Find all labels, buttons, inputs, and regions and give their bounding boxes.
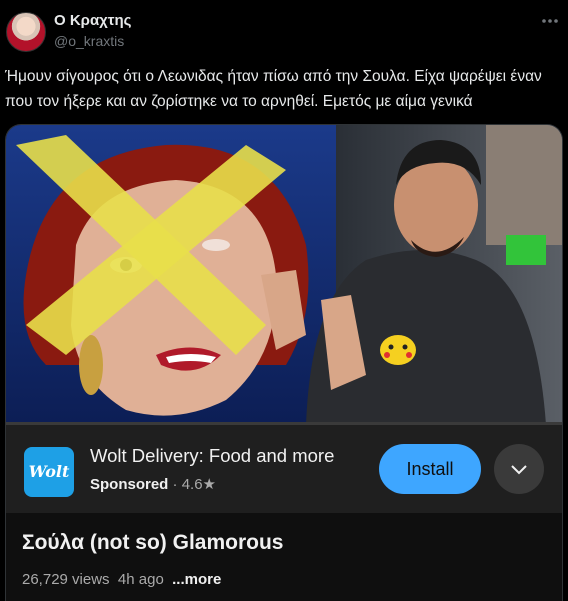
more-horizontal-icon[interactable] xyxy=(540,14,560,28)
author-avatar[interactable] xyxy=(6,12,46,52)
author-handle[interactable]: @o_kraxtis xyxy=(54,33,124,49)
ad-subtitle: Sponsored · 4.6★ xyxy=(90,475,216,493)
chevron-down-icon xyxy=(511,465,527,475)
star-icon: ★ xyxy=(202,476,216,493)
ad-title[interactable]: Wolt Delivery: Food and more xyxy=(90,445,334,467)
video-title[interactable]: Σούλα (not so) Glamorous xyxy=(22,531,284,555)
sponsored-label: Sponsored xyxy=(90,476,169,493)
ad-bar[interactable]: Wolt Wolt Delivery: Food and more Sponso… xyxy=(6,425,562,513)
tweet-header: Ο Κραχτης @o_kraxtis xyxy=(0,0,568,60)
author-name[interactable]: Ο Κραχτης xyxy=(54,12,131,29)
view-count: 26,729 views xyxy=(22,571,110,588)
more-link[interactable]: ...more xyxy=(172,571,221,588)
video-thumbnail[interactable] xyxy=(6,125,562,425)
rating-value: 4.6 xyxy=(181,476,203,493)
video-info: Σούλα (not so) Glamorous 26,729 views 4h… xyxy=(6,513,562,601)
wolt-logo[interactable]: Wolt xyxy=(24,447,74,497)
embedded-video-card[interactable]: Wolt Wolt Delivery: Food and more Sponso… xyxy=(5,124,563,601)
video-meta: 26,729 views 4h ago ...more xyxy=(22,571,221,588)
install-button[interactable]: Install xyxy=(379,444,481,494)
separator-dot: · xyxy=(172,476,178,493)
expand-button[interactable] xyxy=(494,444,544,494)
tweet-text: Ήμουν σίγουρος ότι ο Λεωνιδας ήταν πίσω … xyxy=(5,68,542,110)
upload-age: 4h ago xyxy=(117,571,164,588)
